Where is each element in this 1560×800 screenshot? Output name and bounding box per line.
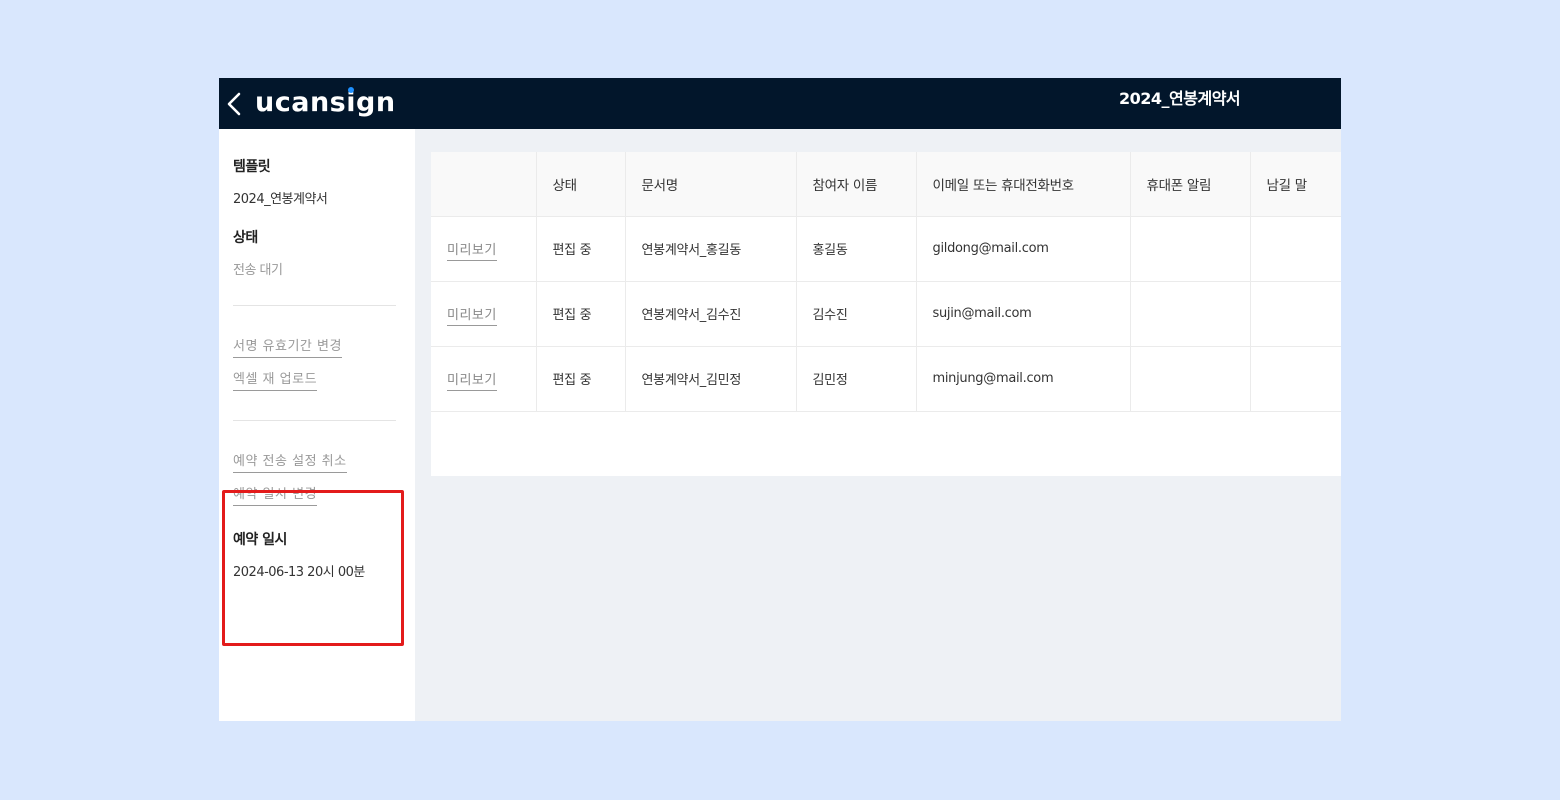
participant-cell: 김민정 [796,346,917,412]
participants-table-panel: 상태 문서명 참여자 이름 이메일 또는 휴대전화번호 휴대폰 알림 남길 말 … [431,152,1341,476]
excel-reupload-link[interactable]: 엑셀 재 업로드 [233,368,318,391]
change-sign-validity-link[interactable]: 서명 유효기간 변경 [233,335,342,358]
sidebar-divider [233,305,396,306]
column-header [431,152,537,217]
status-cell: 편집 중 [536,346,626,412]
preview-cell: 미리보기 [431,216,537,282]
table-row: 미리보기 편집 중 연봉계약서_김수진 김수진 sujin@mail.com [431,281,1341,347]
doc-name-cell: 연봉계약서_김수진 [625,281,797,347]
message-cell [1250,346,1341,412]
template-value: 2024_연봉계약서 [233,192,328,207]
table-row: 미리보기 편집 중 연봉계약서_김민정 김민정 minjung@mail.com [431,346,1341,412]
top-bar: ucansign 2024_연봉계약서 [219,78,1341,129]
logo-text: ucansign [255,87,396,118]
status-cell: 편집 중 [536,281,626,347]
contact-cell: sujin@mail.com [916,281,1131,347]
column-header-contact: 이메일 또는 휴대전화번호 [916,152,1131,217]
highlight-box [222,490,404,646]
app-window: ucansign 2024_연봉계약서 템플릿 2024_연봉계약서 상태 전송… [219,78,1341,721]
template-label: 템플릿 [233,159,271,175]
table-header-row: 상태 문서명 참여자 이름 이메일 또는 휴대전화번호 휴대폰 알림 남길 말 [431,152,1341,217]
sms-cell [1130,281,1251,347]
document-title: 2024_연봉계약서 [1119,89,1241,108]
doc-name-cell: 연봉계약서_김민정 [625,346,797,412]
column-header-participant: 참여자 이름 [796,152,917,217]
status-value: 전송 대기 [233,263,283,278]
doc-name-cell: 연봉계약서_홍길동 [625,216,797,282]
sms-cell [1130,346,1251,412]
sidebar-divider [233,420,396,421]
participant-cell: 홍길동 [796,216,917,282]
participants-table: 상태 문서명 참여자 이름 이메일 또는 휴대전화번호 휴대폰 알림 남길 말 … [431,152,1341,412]
column-header-doc-name: 문서명 [625,152,797,217]
preview-cell: 미리보기 [431,346,537,412]
message-cell [1250,281,1341,347]
column-header-sms: 휴대폰 알림 [1130,152,1251,217]
preview-link[interactable]: 미리보기 [447,373,497,391]
participant-cell: 김수진 [796,281,917,347]
preview-link[interactable]: 미리보기 [447,308,497,326]
cancel-scheduled-send-link[interactable]: 예약 전송 설정 취소 [233,450,347,473]
message-cell [1250,216,1341,282]
logo-dot [348,87,354,93]
back-button[interactable] [223,88,247,120]
column-header-message: 남길 말 [1250,152,1341,217]
status-label: 상태 [233,230,258,246]
contact-cell: gildong@mail.com [916,216,1131,282]
preview-link[interactable]: 미리보기 [447,243,497,261]
sidebar: 템플릿 2024_연봉계약서 상태 전송 대기 서명 유효기간 변경 엑셀 재 … [219,129,415,721]
column-header-status: 상태 [536,152,626,217]
preview-cell: 미리보기 [431,281,537,347]
ucansign-logo: ucansign [255,84,396,122]
contact-cell: minjung@mail.com [916,346,1131,412]
sms-cell [1130,216,1251,282]
status-cell: 편집 중 [536,216,626,282]
chevron-left-icon [227,92,241,116]
table-row: 미리보기 편집 중 연봉계약서_홍길동 홍길동 gildong@mail.com [431,216,1341,282]
